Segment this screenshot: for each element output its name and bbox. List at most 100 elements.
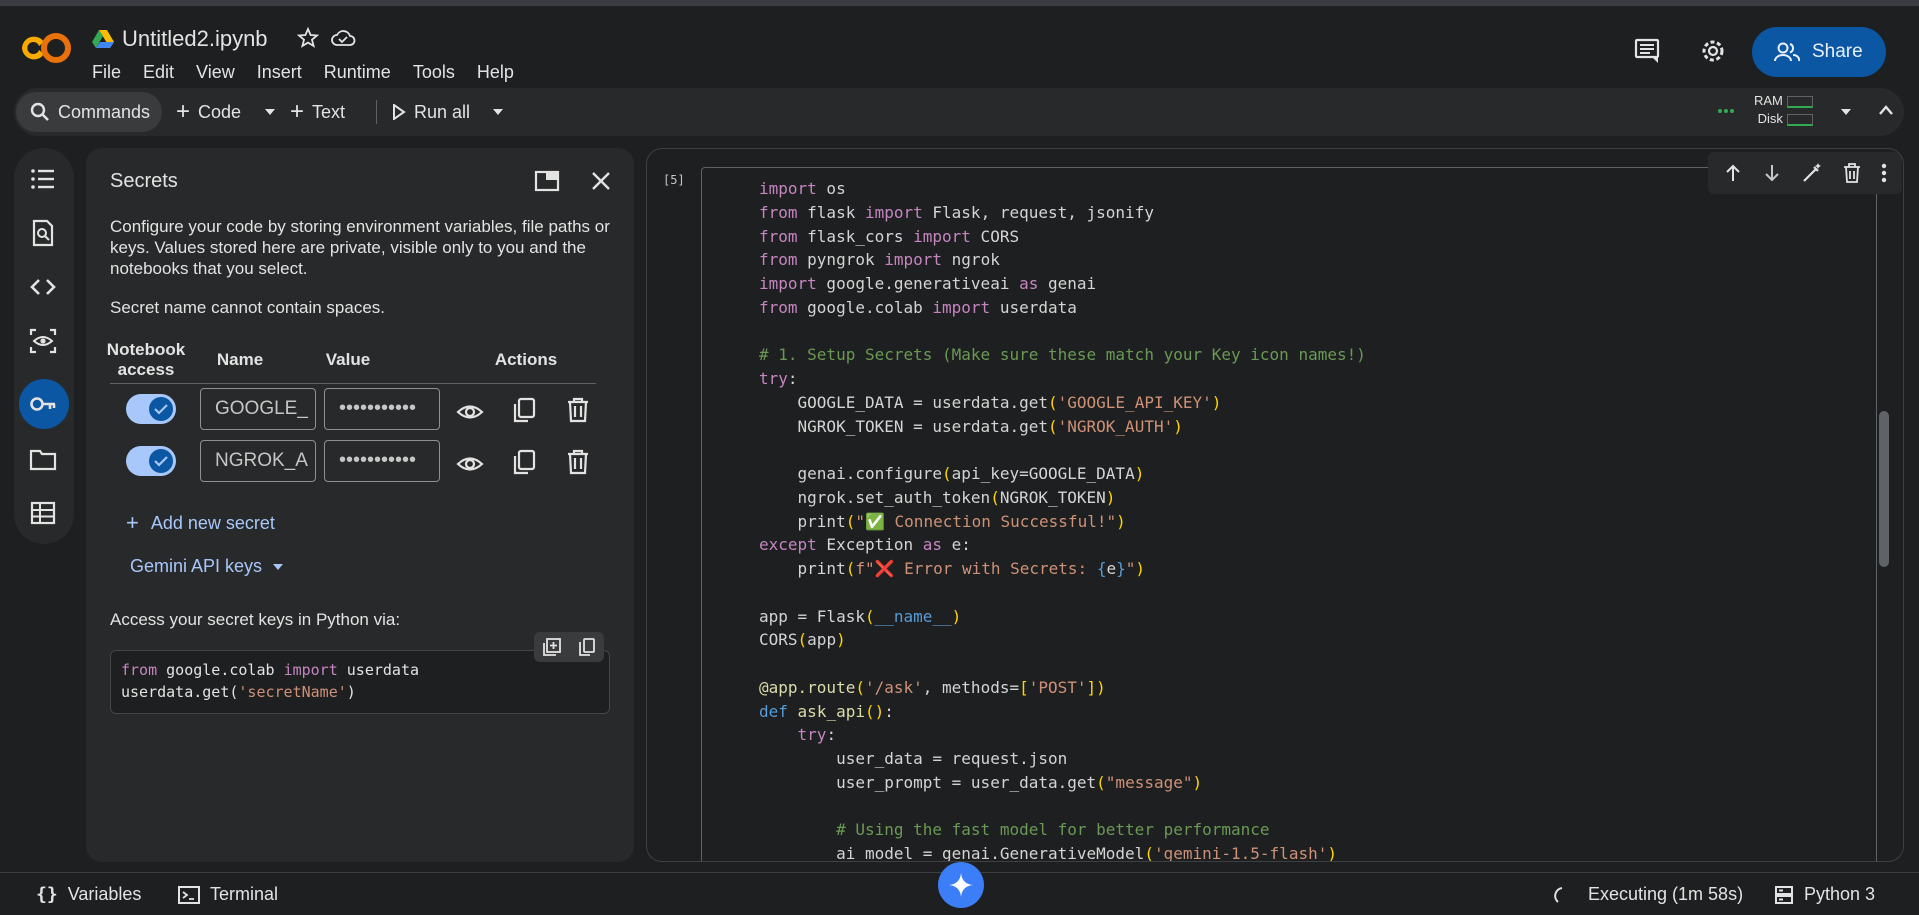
variables-button[interactable]: {} Variables [36, 873, 141, 915]
gemini-sparkle-icon [949, 873, 973, 897]
drive-icon[interactable] [92, 28, 114, 50]
menu-edit[interactable]: Edit [143, 62, 174, 83]
table-header-divider [110, 383, 596, 384]
settings-gear-icon[interactable] [1698, 36, 1728, 66]
more-options-icon[interactable] [1881, 163, 1887, 183]
col-notebook-access: Notebook access [106, 340, 186, 379]
delete-trash-icon[interactable] [564, 396, 592, 424]
cell-toolbar [1708, 152, 1902, 194]
check-icon [154, 456, 168, 467]
notebook-access-toggle[interactable] [126, 394, 176, 424]
comment-icon[interactable] [1632, 36, 1662, 66]
secret-value-field[interactable]: ••••••••••• [324, 388, 440, 430]
snippet-string: 'secretName' [238, 683, 347, 701]
gemini-assistant-button[interactable] [938, 862, 984, 908]
plus-icon: + [176, 98, 191, 125]
text-label: Text [312, 101, 346, 122]
left-sidebar-rail [14, 148, 74, 544]
secret-name-field[interactable]: NGROK_A [200, 440, 316, 482]
edit-magic-wand-icon[interactable] [1801, 162, 1823, 184]
snippet-name: userdata [337, 661, 420, 679]
code-dropdown-caret-icon[interactable] [264, 108, 276, 116]
snippet-module: google.colab [157, 661, 284, 679]
toolbar-divider [376, 100, 377, 124]
notebook-toolbar: Commands + Code + Text Run all RAM Disk [14, 88, 1904, 136]
executing-status[interactable]: Executing (1m 58s) [1588, 873, 1743, 915]
menu-view[interactable]: View [196, 62, 235, 83]
variable-inspector-icon[interactable] [28, 326, 58, 356]
play-icon [393, 104, 406, 120]
insert-code-cell-icon[interactable] [542, 637, 562, 657]
secret-name-field[interactable]: GOOGLE_ [200, 388, 316, 430]
copy-icon[interactable] [510, 396, 538, 424]
notebook-access-toggle[interactable] [126, 446, 176, 476]
copy-icon[interactable] [510, 448, 538, 476]
toggle-knob [149, 449, 173, 473]
notebook-area: [5] import os from flask import Flask, r… [646, 148, 1904, 862]
delete-trash-icon[interactable] [564, 448, 592, 476]
colab-logo-icon[interactable] [18, 28, 74, 68]
app-header: Untitled2.ipynb File Edit View Insert Ru… [0, 6, 1919, 86]
close-icon[interactable] [590, 170, 612, 192]
key-icon[interactable] [28, 389, 58, 419]
show-value-eye-icon[interactable] [456, 398, 484, 426]
add-new-secret-button[interactable]: + Add new secret [126, 510, 275, 536]
execution-count: [5] [663, 173, 685, 187]
snippet-keyword: import [283, 661, 338, 679]
ram-disk-indicator[interactable]: RAM Disk [1754, 92, 1813, 128]
secrets-panel: Secrets Configure your code by storing e… [86, 148, 634, 862]
disk-usage-bar [1786, 113, 1813, 126]
run-all-button[interactable]: Run all [392, 88, 470, 136]
move-cell-down-icon[interactable] [1762, 163, 1782, 183]
add-code-button[interactable]: + Code [176, 88, 241, 136]
add-text-button[interactable]: + Text [290, 88, 345, 136]
table-of-contents-icon[interactable] [28, 164, 58, 194]
data-table-icon[interactable] [28, 498, 58, 528]
open-in-tab-icon[interactable] [534, 170, 560, 192]
menu-runtime[interactable]: Runtime [324, 62, 391, 83]
share-label: Share [1812, 41, 1863, 62]
server-rack-icon [1775, 885, 1793, 904]
star-icon[interactable] [296, 26, 320, 50]
cloud-saved-icon[interactable] [330, 26, 356, 50]
find-in-notebook-icon[interactable] [28, 218, 58, 248]
runtime-type-button[interactable]: Python 3 [1774, 873, 1875, 915]
menu-insert[interactable]: Insert [257, 62, 302, 83]
plus-icon: + [126, 510, 139, 535]
secret-name-rule: Secret name cannot contain spaces. [110, 298, 385, 317]
terminal-icon [178, 885, 200, 904]
run-all-dropdown-caret-icon[interactable] [492, 108, 504, 116]
secrets-panel-title: Secrets [110, 170, 178, 192]
show-value-eye-icon[interactable] [456, 450, 484, 478]
disk-label: Disk [1757, 111, 1783, 126]
notebook-title[interactable]: Untitled2.ipynb [122, 26, 268, 52]
code-editor-content[interactable]: import os from flask import Flask, reque… [759, 177, 1366, 861]
files-folder-icon[interactable] [28, 444, 58, 474]
ram-usage-bar [1786, 95, 1813, 108]
plus-icon: + [290, 98, 305, 125]
access-secret-note: Access your secret keys in Python via: [110, 610, 401, 629]
col-value: Value [325, 350, 371, 369]
terminal-button[interactable]: Terminal [178, 873, 278, 915]
connection-status-dots-icon [1718, 109, 1734, 113]
menu-tools[interactable]: Tools [413, 62, 455, 83]
menu-file[interactable]: File [92, 62, 121, 83]
menu-help[interactable]: Help [477, 62, 514, 83]
gemini-api-keys-dropdown[interactable]: Gemini API keys [130, 556, 284, 577]
code-snippets-icon[interactable] [28, 272, 58, 302]
copy-snippet-icon[interactable] [578, 637, 596, 657]
ram-label: RAM [1754, 93, 1783, 108]
vertical-scrollbar[interactable] [1879, 411, 1889, 567]
code-label: Code [198, 101, 242, 122]
delete-cell-icon[interactable] [1842, 162, 1862, 184]
commands-label: Commands [58, 101, 151, 122]
chevron-up-icon[interactable] [1878, 104, 1894, 116]
people-icon [1774, 42, 1800, 62]
col-name: Name [216, 350, 264, 369]
gemini-keys-label: Gemini API keys [130, 556, 263, 576]
move-cell-up-icon[interactable] [1723, 163, 1743, 183]
secret-value-field[interactable]: ••••••••••• [324, 440, 440, 482]
resources-dropdown-caret-icon[interactable] [1840, 108, 1852, 116]
share-button[interactable]: Share [1752, 27, 1886, 77]
commands-button[interactable]: Commands [16, 92, 162, 132]
